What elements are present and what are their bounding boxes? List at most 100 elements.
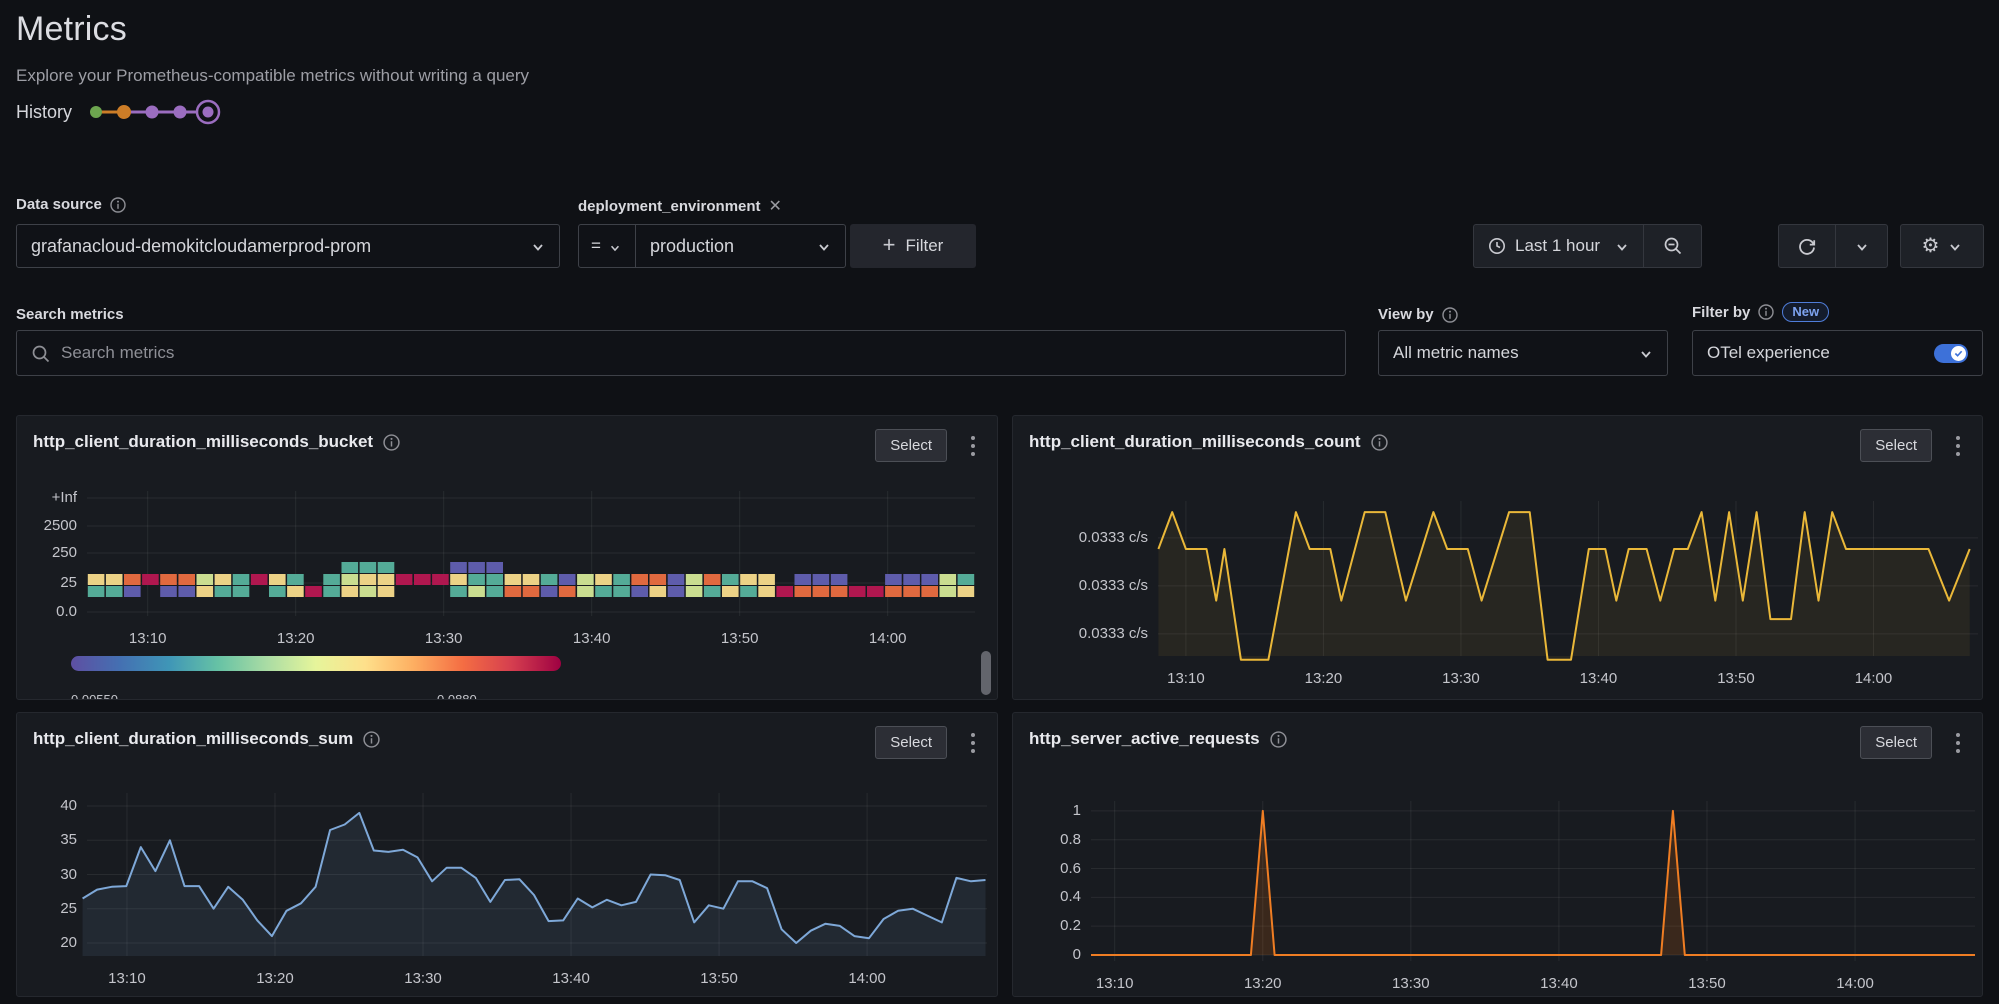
heatmap-cell	[160, 586, 177, 597]
history-steps-icon[interactable]	[86, 98, 222, 126]
chevron-down-icon	[1948, 239, 1962, 253]
heatmap-cell	[722, 586, 739, 597]
x-tick-label: 13:30	[1376, 975, 1446, 992]
heatmap-cell	[142, 574, 159, 585]
series-area	[1091, 811, 1975, 955]
heatmap-cell	[740, 586, 757, 597]
heatmap-cell	[88, 574, 105, 585]
x-tick-label: 13:10	[1080, 975, 1150, 992]
heatmap-cell	[106, 586, 123, 597]
view-by-label-row: View by	[1378, 306, 1458, 323]
adhoc-operator-value: =	[591, 236, 601, 256]
heatmap-cell	[432, 574, 449, 585]
heatmap-cell	[450, 574, 467, 585]
heatmap-cell	[722, 574, 739, 585]
otel-experience-toggle[interactable]	[1934, 344, 1968, 363]
heatmap-cell	[378, 562, 395, 573]
adhoc-operator-select[interactable]: =	[579, 225, 635, 267]
heatmap-cell	[305, 586, 322, 597]
y-tick-label: 250	[17, 544, 77, 561]
y-tick-label: 0.0	[17, 603, 77, 620]
chevron-down-icon	[609, 239, 623, 253]
datasource-label-row: Data source	[16, 196, 126, 213]
info-icon[interactable]	[110, 197, 126, 213]
heatmap-cell	[577, 586, 594, 597]
heatmap-cell	[106, 574, 123, 585]
x-tick-label: 13:40	[557, 630, 627, 647]
series-area	[83, 813, 986, 956]
x-tick-label: 13:50	[705, 630, 775, 647]
heatmap-cell	[686, 586, 703, 597]
scrollbar-thumb[interactable]	[981, 651, 991, 695]
time-range-button[interactable]: Last 1 hour	[1474, 225, 1643, 267]
x-tick-label: 13:50	[684, 970, 754, 987]
x-tick-label: 13:20	[1228, 975, 1298, 992]
chevron-down-icon	[817, 239, 831, 253]
heatmap-cell	[613, 574, 630, 585]
refresh-interval-dropdown[interactable]	[1835, 225, 1887, 267]
info-icon[interactable]	[1442, 307, 1458, 323]
x-tick-label: 13:20	[261, 630, 331, 647]
refresh-group	[1778, 224, 1888, 268]
history-label: History	[16, 102, 72, 123]
heatmap-chart[interactable]: 13:1013:2013:3013:4013:5014:00+Inf250025…	[17, 416, 997, 699]
line-chart[interactable]: 13:1013:2013:3013:4013:5014:000.0333 c/s…	[1013, 416, 1982, 699]
heatmap-cell	[795, 574, 812, 585]
heatmap-cell	[233, 586, 250, 597]
y-tick-label: 0.6	[1013, 860, 1081, 877]
info-icon[interactable]	[1758, 304, 1774, 320]
y-tick-label: 0.4	[1013, 888, 1081, 905]
x-tick-label: 13:40	[1524, 975, 1594, 992]
remove-filter-icon[interactable]: ✕	[769, 196, 782, 216]
heatmap-cell	[813, 586, 830, 597]
y-tick-label: 0.2	[1013, 917, 1081, 934]
settings-button[interactable]: ⚙	[1901, 225, 1983, 267]
y-tick-label: 0.0333 c/s	[1013, 625, 1148, 642]
heatmap-cell	[287, 586, 304, 597]
y-tick-label: +Inf	[17, 489, 77, 506]
y-tick-label: 30	[17, 866, 77, 883]
heatmap-color-scale	[71, 656, 561, 671]
panel-http-client-duration-milliseconds-bucket: http_client_duration_milliseconds_bucket…	[16, 415, 998, 700]
chevron-down-icon	[1855, 239, 1869, 253]
zoom-out-button[interactable]	[1643, 225, 1701, 267]
otel-experience-label: OTel experience	[1707, 343, 1922, 363]
adhoc-value-select[interactable]: production	[636, 225, 845, 267]
heatmap-cell	[342, 574, 359, 585]
heatmap-cell	[940, 586, 957, 597]
page-subtitle: Explore your Prometheus-compatible metri…	[16, 66, 529, 86]
search-input[interactable]	[17, 331, 1345, 375]
heatmap-cell	[668, 574, 685, 585]
heatmap-cell	[940, 574, 957, 585]
series-line	[1091, 811, 1975, 955]
view-by-select[interactable]: All metric names	[1378, 330, 1668, 376]
heatmap-cell	[831, 586, 848, 597]
search-icon	[31, 344, 51, 369]
heatmap-cell	[215, 574, 232, 585]
filter-by-label: Filter by	[1692, 304, 1750, 321]
x-tick-label: 13:30	[1426, 670, 1496, 687]
heatmap-cell	[831, 574, 848, 585]
heatmap-cell	[178, 574, 195, 585]
panel-http-server-active-requests: http_server_active_requests Select 13:10…	[1012, 712, 1983, 997]
refresh-button[interactable]	[1779, 225, 1835, 267]
datasource-select[interactable]: grafanacloud-demokitcloudamerprod-prom	[16, 224, 560, 268]
heatmap-cell	[903, 574, 920, 585]
heatmap-cell	[541, 586, 558, 597]
time-picker-group: Last 1 hour	[1473, 224, 1702, 268]
datasource-label: Data source	[16, 196, 102, 213]
heatmap-cell	[885, 586, 902, 597]
heatmap-cell	[849, 586, 866, 597]
heatmap-cell	[178, 586, 195, 597]
time-range-label: Last 1 hour	[1515, 236, 1600, 256]
line-chart[interactable]: 13:1013:2013:3013:4013:5014:004035302520	[17, 713, 997, 996]
line-chart[interactable]: 13:1013:2013:3013:4013:5014:0010.80.60.4…	[1013, 713, 1982, 996]
heatmap-cell	[595, 574, 612, 585]
heatmap-cell	[758, 574, 775, 585]
add-filter-button[interactable]: + Filter	[850, 224, 976, 268]
x-tick-label: 13:30	[388, 970, 458, 987]
heatmap-cell	[867, 586, 884, 597]
heatmap-cell	[559, 574, 576, 585]
adhoc-value: production	[650, 236, 807, 257]
chevron-down-icon	[531, 239, 545, 253]
